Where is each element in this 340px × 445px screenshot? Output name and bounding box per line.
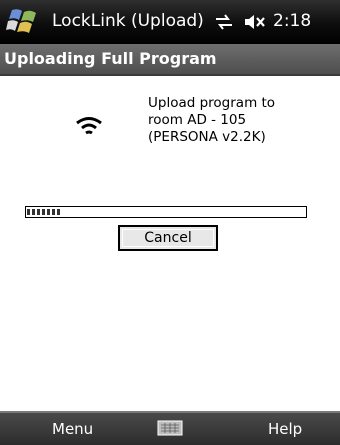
help-softkey[interactable]: Help	[268, 420, 302, 438]
upload-progress-bar	[25, 206, 307, 218]
message-line: room AD - 105	[148, 112, 247, 128]
clock[interactable]: 2:18	[273, 11, 311, 31]
page-header: Uploading Full Program	[0, 44, 340, 76]
upload-message: Upload program to room AD - 105 (PERSONA…	[148, 95, 333, 146]
page-title: Uploading Full Program	[4, 49, 217, 68]
wireless-signal-icon	[76, 117, 102, 135]
menu-bar: Menu Help	[0, 411, 340, 445]
connectivity-icon[interactable]	[214, 13, 234, 31]
message-line: Upload program to	[148, 95, 276, 111]
start-logo-icon[interactable]	[6, 6, 40, 36]
menu-softkey[interactable]: Menu	[52, 420, 93, 438]
window-title: LockLink (Upload)	[52, 11, 204, 31]
title-bar: LockLink (Upload) 2:18	[0, 0, 340, 44]
progress-fill	[27, 209, 61, 215]
message-line: (PERSONA v2.2K)	[148, 129, 266, 145]
keyboard-icon[interactable]	[157, 419, 183, 437]
cancel-button[interactable]: Cancel	[118, 225, 218, 251]
volume-muted-icon[interactable]	[244, 14, 266, 30]
